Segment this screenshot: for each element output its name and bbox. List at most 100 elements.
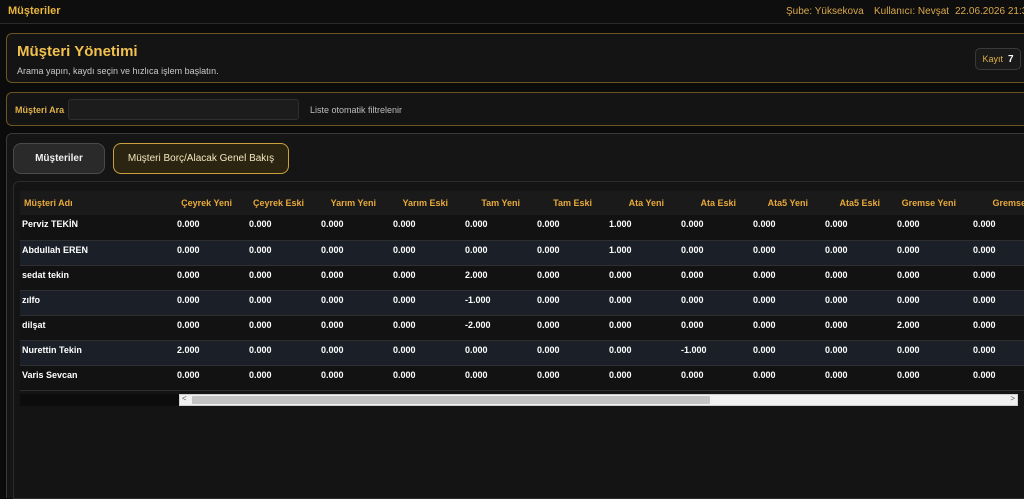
balance-cell[interactable]: 0.000	[970, 340, 1024, 366]
balance-cell[interactable]: 0.000	[894, 215, 970, 241]
balance-cell[interactable]: 2.000	[174, 340, 246, 366]
balance-cell[interactable]: 0.000	[678, 290, 750, 316]
column-header[interactable]: Çeyrek Yeni	[174, 191, 246, 215]
balance-cell[interactable]: 0.000	[750, 265, 822, 291]
column-header[interactable]: Ata Yeni	[606, 191, 678, 215]
balance-cell[interactable]: 0.000	[894, 365, 970, 391]
balance-cell[interactable]: 2.000	[894, 315, 970, 341]
balance-cell[interactable]: 0.000	[390, 290, 462, 316]
balance-cell[interactable]: 0.000	[970, 240, 1024, 266]
balance-cell[interactable]: 0.000	[534, 290, 606, 316]
balance-cell[interactable]: 0.000	[822, 340, 894, 366]
balance-cell[interactable]: 0.000	[174, 290, 246, 316]
balance-cell[interactable]: 0.000	[678, 240, 750, 266]
balance-cell[interactable]: 0.000	[534, 240, 606, 266]
search-input[interactable]	[68, 99, 299, 120]
balance-cell[interactable]: 0.000	[970, 215, 1024, 241]
balance-cell[interactable]: 0.000	[534, 340, 606, 366]
tab-customers[interactable]: Müşteriler	[13, 143, 105, 174]
balance-cell[interactable]: 0.000	[822, 265, 894, 291]
table-row[interactable]: zılfo 0.000 0.000 0.000 0.000 -1.000 0.000 0.00…	[20, 290, 1024, 316]
balance-cell[interactable]: 0.000	[174, 215, 246, 241]
balance-cell[interactable]: 0.000	[534, 315, 606, 341]
table-row[interactable]: Nurettin Tekin 2.000 0.000 0.000 0.000 0.000 0…	[20, 340, 1024, 366]
column-header[interactable]: Gremse	[970, 191, 1024, 215]
balance-cell[interactable]: 2.000	[462, 265, 534, 291]
customer-name-cell[interactable]: Abdullah EREN	[20, 240, 174, 266]
customer-name-cell[interactable]: sedat tekin	[20, 265, 174, 291]
balance-cell[interactable]: 0.000	[318, 215, 390, 241]
balance-cell[interactable]: 0.000	[750, 215, 822, 241]
balance-cell[interactable]: 0.000	[390, 340, 462, 366]
balance-cell[interactable]: 0.000	[750, 290, 822, 316]
balance-cell[interactable]: 0.000	[894, 340, 970, 366]
column-header[interactable]: Çeyrek Eski	[246, 191, 318, 215]
balance-cell[interactable]: 1.000	[606, 240, 678, 266]
balance-cell[interactable]: 0.000	[318, 290, 390, 316]
balance-cell[interactable]: 0.000	[534, 365, 606, 391]
balance-cell[interactable]: 0.000	[246, 315, 318, 341]
table-row[interactable]: Perviz TEKİN 0.000 0.000 0.000 0.000 0.000 0.0…	[20, 215, 1024, 241]
customer-name-cell[interactable]: Perviz TEKİN	[20, 215, 174, 241]
customer-name-cell[interactable]: Varis Sevcan	[20, 365, 174, 391]
balance-cell[interactable]: 0.000	[894, 265, 970, 291]
balance-cell[interactable]: -1.000	[462, 290, 534, 316]
table-row[interactable]: Varis Sevcan 0.000 0.000 0.000 0.000 0.000 0.0…	[20, 365, 1024, 391]
balance-cell[interactable]: 0.000	[822, 240, 894, 266]
balance-cell[interactable]: 0.000	[678, 215, 750, 241]
customer-name-cell[interactable]: Nurettin Tekin	[20, 340, 174, 366]
balance-cell[interactable]: 0.000	[390, 240, 462, 266]
horizontal-scrollbar[interactable]: < >	[179, 394, 1018, 406]
balance-cell[interactable]: 0.000	[822, 290, 894, 316]
balance-cell[interactable]: 0.000	[246, 240, 318, 266]
balance-cell[interactable]: 0.000	[750, 365, 822, 391]
balance-cell[interactable]: 0.000	[462, 240, 534, 266]
balance-cell[interactable]: 0.000	[246, 290, 318, 316]
balance-cell[interactable]: 0.000	[462, 365, 534, 391]
balance-cell[interactable]: 0.000	[678, 365, 750, 391]
scroll-left-icon[interactable]: <	[182, 394, 187, 403]
column-header[interactable]: Ata5 Yeni	[750, 191, 822, 215]
balance-cell[interactable]: 0.000	[534, 215, 606, 241]
balance-cell[interactable]: 0.000	[390, 315, 462, 341]
column-header[interactable]: Müşteri Adı	[20, 191, 174, 215]
balance-cell[interactable]: 0.000	[174, 365, 246, 391]
balance-cell[interactable]: 0.000	[246, 215, 318, 241]
balance-cell[interactable]: 0.000	[970, 365, 1024, 391]
balance-cell[interactable]: 0.000	[606, 315, 678, 341]
tab-debt-overview[interactable]: Müşteri Borç/Alacak Genel Bakış	[113, 143, 289, 174]
balance-cell[interactable]: -2.000	[462, 315, 534, 341]
balance-cell[interactable]: 0.000	[318, 240, 390, 266]
balance-cell[interactable]: 0.000	[678, 315, 750, 341]
balance-cell[interactable]: 0.000	[390, 365, 462, 391]
balance-cell[interactable]: 0.000	[174, 240, 246, 266]
table-row[interactable]: sedat tekin 0.000 0.000 0.000 0.000 2.000 0.00…	[20, 265, 1024, 291]
scroll-right-icon[interactable]: >	[1010, 394, 1015, 403]
balance-cell[interactable]: 0.000	[390, 215, 462, 241]
customer-name-cell[interactable]: zılfo	[20, 290, 174, 316]
balance-cell[interactable]: 0.000	[970, 265, 1024, 291]
balance-cell[interactable]: 0.000	[462, 340, 534, 366]
customer-name-cell[interactable]: dilşat	[20, 315, 174, 341]
column-header[interactable]: Tam Eski	[534, 191, 606, 215]
balance-cell[interactable]: 0.000	[606, 340, 678, 366]
column-header[interactable]: Yarım Yeni	[318, 191, 390, 215]
balance-cell[interactable]: 0.000	[970, 315, 1024, 341]
balance-cell[interactable]: 0.000	[318, 365, 390, 391]
balance-cell[interactable]: 0.000	[894, 290, 970, 316]
column-header[interactable]: Ata Eski	[678, 191, 750, 215]
balance-cell[interactable]: 0.000	[822, 215, 894, 241]
balance-cell[interactable]: 0.000	[970, 290, 1024, 316]
balance-cell[interactable]: 0.000	[678, 265, 750, 291]
balance-cell[interactable]: 0.000	[822, 365, 894, 391]
balance-cell[interactable]: 0.000	[246, 265, 318, 291]
balance-cell[interactable]: 0.000	[606, 265, 678, 291]
column-header[interactable]: Ata5 Eski	[822, 191, 894, 215]
balance-cell[interactable]: 0.000	[318, 265, 390, 291]
balance-cell[interactable]: 0.000	[606, 365, 678, 391]
balance-cell[interactable]: 0.000	[246, 340, 318, 366]
balance-cell[interactable]: 0.000	[606, 290, 678, 316]
balance-cell[interactable]: 0.000	[390, 265, 462, 291]
balance-cell[interactable]: 0.000	[894, 240, 970, 266]
balance-cell[interactable]: 0.000	[750, 315, 822, 341]
